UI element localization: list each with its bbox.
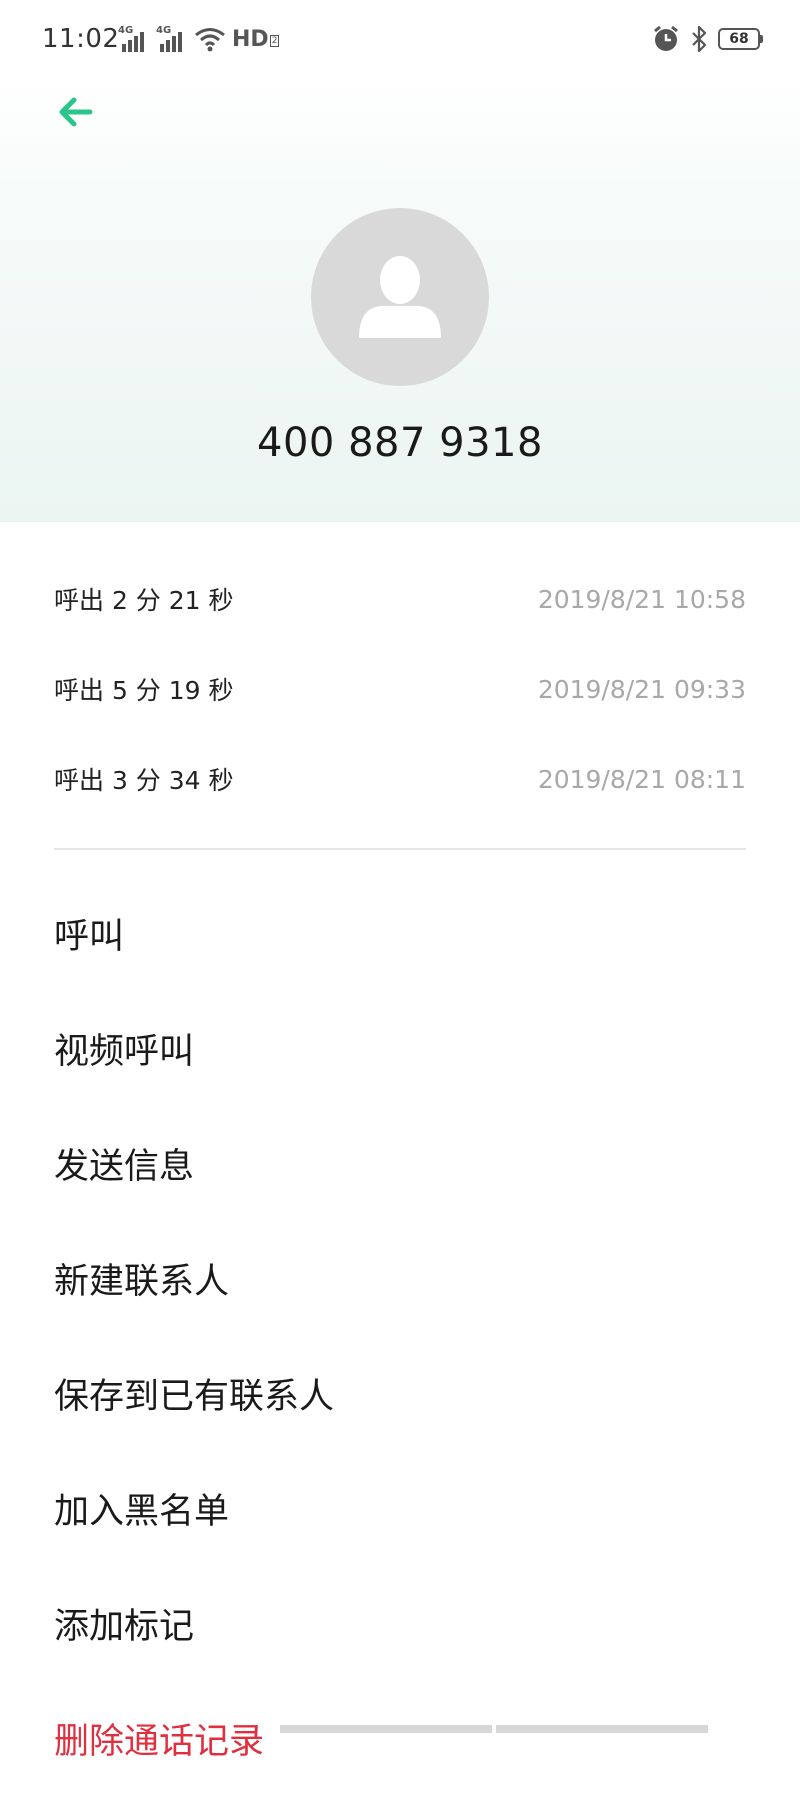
video-call-button[interactable]: 视频呼叫 [54,991,746,1106]
call-log-row: 呼出 3 分 34 秒 2019/8/21 08:11 [54,734,746,824]
hd-icon: HD 2 [232,26,280,52]
call-description: 呼出 5 分 19 秒 [54,676,234,705]
signal-icon: 4G [156,26,188,52]
new-contact-button[interactable]: 新建联系人 [54,1221,746,1336]
send-message-button[interactable]: 发送信息 [54,1106,746,1221]
call-button[interactable]: 呼叫 [54,876,746,991]
add-tag-button[interactable]: 添加标记 [54,1566,746,1681]
call-timestamp: 2019/8/21 10:58 [537,584,746,614]
bottom-bar-segment [496,1725,708,1733]
battery-level: 68 [729,31,749,47]
wifi-icon [195,28,225,52]
action-list: 呼叫 视频呼叫 发送信息 新建联系人 保存到已有联系人 加入黑名单 添加标记 删… [54,876,746,1796]
status-left-icons: 4G 4G HD 2 [118,24,280,54]
add-to-blacklist-button[interactable]: 加入黑名单 [54,1451,746,1566]
status-right-icons: 68 [652,24,763,54]
signal-icon: 4G [118,26,150,52]
back-button[interactable] [50,88,106,136]
status-time: 11:02 [42,24,120,54]
bottom-bar-segment [280,1725,492,1733]
hd-sub-label: 2 [269,35,280,47]
bluetooth-icon [692,25,707,53]
delete-call-log-button[interactable]: 删除通话记录 [54,1681,746,1796]
save-to-existing-contact-button[interactable]: 保存到已有联系人 [54,1336,746,1451]
back-arrow-icon [59,97,93,127]
phone-number: 400 887 9318 [257,420,543,466]
status-bar: 11:02 4G 4G HD 2 68 [0,0,800,80]
avatar [311,208,489,386]
call-log: 呼出 2 分 21 秒 2019/8/21 10:58 呼出 5 分 19 秒 … [54,554,746,824]
alarm-icon [654,25,678,51]
call-description: 呼出 2 分 21 秒 [54,586,234,615]
bottom-bar [280,1725,708,1733]
call-log-row: 呼出 5 分 19 秒 2019/8/21 09:33 [54,644,746,734]
call-description: 呼出 3 分 34 秒 [54,766,234,795]
person-silhouette-icon [359,256,441,338]
divider [54,848,746,850]
call-timestamp: 2019/8/21 09:33 [537,674,746,704]
hd-label: HD [232,26,269,52]
call-log-row: 呼出 2 分 21 秒 2019/8/21 10:58 [54,554,746,644]
battery-icon: 68 [718,28,763,50]
call-timestamp: 2019/8/21 08:11 [537,764,746,794]
